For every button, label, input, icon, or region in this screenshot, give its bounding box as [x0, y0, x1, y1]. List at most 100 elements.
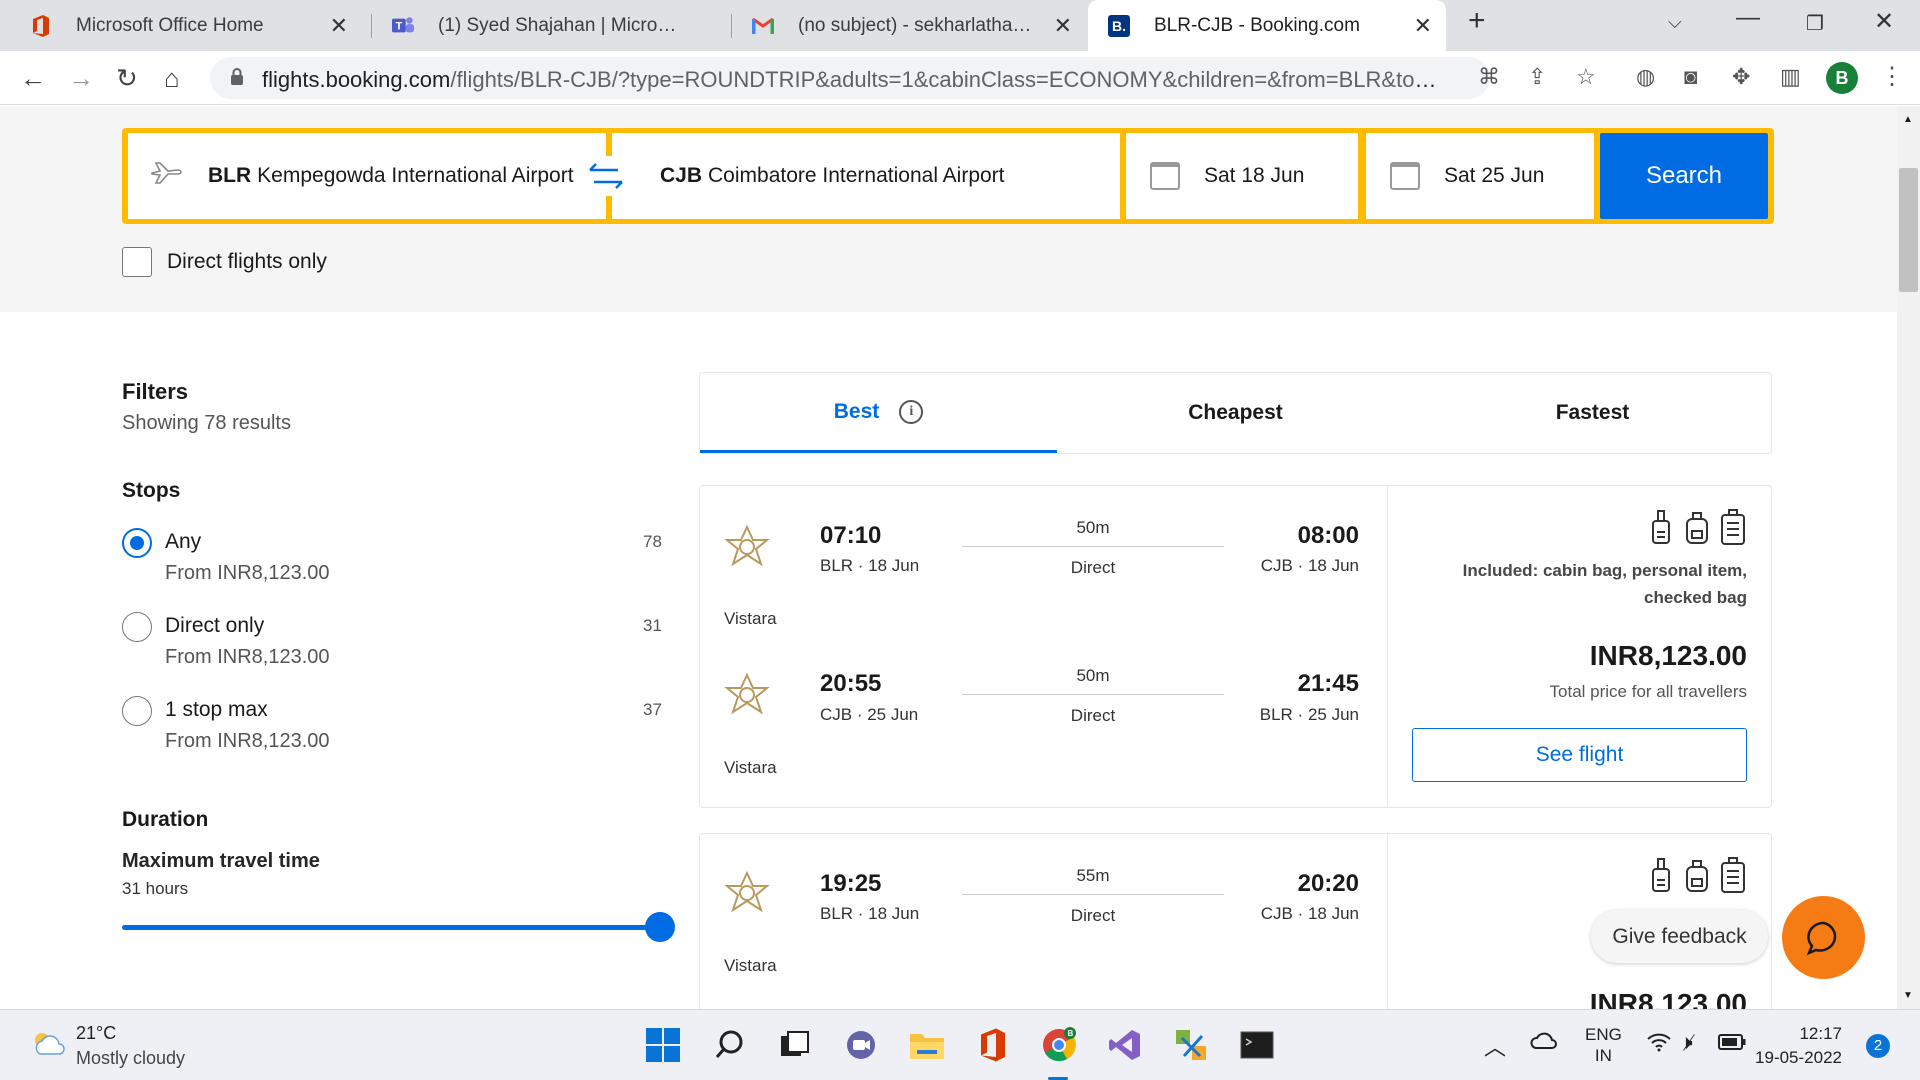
- minimize-icon[interactable]: —: [1736, 4, 1760, 32]
- scroll-down-icon[interactable]: ▼: [1903, 990, 1913, 1001]
- new-tab-icon[interactable]: +: [1468, 4, 1486, 38]
- windows-start-icon[interactable]: [644, 1026, 682, 1064]
- lock-icon[interactable]: [230, 68, 244, 86]
- search-icon[interactable]: [711, 1026, 749, 1064]
- scroll-up-icon[interactable]: ▲: [1903, 114, 1913, 125]
- stops-any-count: 78: [643, 532, 662, 551]
- task-view-icon[interactable]: [776, 1026, 814, 1064]
- terminal-icon[interactable]: [1238, 1026, 1276, 1064]
- weather-cloud-icon[interactable]: [30, 1030, 66, 1063]
- office-icon: [30, 14, 52, 37]
- home-icon[interactable]: ⌂: [164, 63, 180, 94]
- sort-tabs: Best i Cheapest Fastest: [699, 372, 1772, 454]
- price: INR8,123.00: [1589, 988, 1747, 1009]
- vistara-logo-icon: [724, 524, 770, 567]
- onedrive-cloud-icon[interactable]: [1530, 1030, 1558, 1055]
- teams-chat-icon[interactable]: [842, 1026, 880, 1064]
- tab-office[interactable]: Microsoft Office Home ✕: [10, 0, 362, 51]
- duration-slider-fill: [122, 925, 660, 930]
- results-count: Showing 78 results: [122, 412, 291, 434]
- stops-any-radio[interactable]: [122, 528, 152, 558]
- tab-title: BLR-CJB - Booking.com: [1154, 14, 1360, 36]
- weather-desc[interactable]: Mostly cloudy: [76, 1048, 185, 1069]
- departure-time: 07:10: [820, 522, 882, 549]
- forward-arrow-icon[interactable]: →: [68, 63, 94, 94]
- search-button[interactable]: Search: [1600, 133, 1768, 219]
- office-taskbar-icon[interactable]: [974, 1026, 1012, 1064]
- volume-muted-icon[interactable]: 🕨̸: [1680, 1032, 1693, 1055]
- reload-icon[interactable]: ↻: [116, 63, 138, 94]
- visual-studio-icon[interactable]: [1106, 1026, 1144, 1064]
- kebab-menu-icon[interactable]: ⋮: [1880, 62, 1904, 91]
- chat-bubble-icon: [1806, 921, 1836, 955]
- notification-badge[interactable]: 2: [1866, 1034, 1890, 1058]
- network-tool-icon[interactable]: [1172, 1026, 1210, 1064]
- globe-extension-icon[interactable]: ◍: [1636, 64, 1655, 90]
- stops-one-max-label[interactable]: 1 stop max: [165, 698, 268, 722]
- stops-any-price: From INR8,123.00: [165, 562, 330, 584]
- info-icon[interactable]: i: [899, 399, 924, 424]
- return-date-field[interactable]: Sat 25 Jun: [1366, 133, 1594, 219]
- origin-name: Kempegowda International Airport: [257, 164, 574, 187]
- close-icon[interactable]: ✕: [330, 13, 348, 39]
- flight-duration: 50m: [1076, 666, 1110, 685]
- bookmark-star-icon[interactable]: ☆: [1576, 64, 1596, 90]
- tab-booking[interactable]: B. BLR-CJB - Booking.com ✕: [1088, 0, 1446, 51]
- departure-time: 19:25: [820, 870, 882, 897]
- duration-slider-track[interactable]: [122, 925, 660, 930]
- destination-field[interactable]: CJB Coimbatore International Airport: [612, 133, 1120, 219]
- personal-item-icon: [1652, 510, 1670, 544]
- origin-field[interactable]: BLR Kempegowda International Airport: [128, 133, 606, 219]
- browser-tab-bar: Microsoft Office Home ✕ T (1) Syed Shaja…: [0, 0, 1920, 51]
- clock-time[interactable]: 12:17: [1782, 1024, 1842, 1044]
- scrollbar-thumb[interactable]: [1899, 168, 1918, 292]
- tray-chevron-icon[interactable]: ︿: [1484, 1030, 1506, 1062]
- clock-date[interactable]: 19-05-2022: [1742, 1048, 1842, 1068]
- airline-name: Vistara: [724, 758, 777, 777]
- tab-cheapest[interactable]: Cheapest: [1057, 373, 1414, 453]
- stops-one-max-price: From INR8,123.00: [165, 730, 330, 752]
- share-icon[interactable]: ⇪: [1528, 64, 1546, 90]
- tab-title: Microsoft Office Home: [76, 14, 264, 36]
- omnibox[interactable]: flights.booking.com/flights/BLR-CJB/?typ…: [210, 57, 1490, 99]
- flight-result-card[interactable]: 07:10 BLR · 18 Jun 50m Direct 08:00 CJB …: [699, 485, 1772, 808]
- wifi-icon[interactable]: [1646, 1032, 1672, 1057]
- language-indicator[interactable]: ENG IN: [1585, 1024, 1622, 1066]
- close-icon[interactable]: ✕: [1414, 13, 1432, 39]
- duration-title: Duration: [122, 808, 209, 831]
- give-feedback-button[interactable]: Give feedback: [1591, 910, 1768, 963]
- stops-direct-radio[interactable]: [122, 612, 152, 642]
- tab-teams[interactable]: T (1) Syed Shajahan | Microsoft Teams: [372, 0, 722, 51]
- restore-icon[interactable]: ❐: [1806, 11, 1824, 36]
- tab-best[interactable]: Best i: [700, 373, 1057, 453]
- file-explorer-icon[interactable]: [908, 1026, 946, 1064]
- chrome-icon[interactable]: B: [1040, 1026, 1078, 1064]
- departure-info: BLR · 18 Jun: [820, 904, 920, 923]
- close-icon[interactable]: ✕: [1054, 13, 1072, 39]
- duration-slider-handle[interactable]: [645, 912, 675, 942]
- extensions-puzzle-icon[interactable]: ✥: [1732, 64, 1750, 90]
- tab-search-chevron-icon[interactable]: ⌵: [1668, 12, 1682, 33]
- stops-one-max-radio[interactable]: [122, 696, 152, 726]
- camera-extension-icon[interactable]: ◙: [1684, 64, 1697, 90]
- flight-stops: Direct: [1070, 706, 1116, 725]
- see-flight-button[interactable]: See flight: [1412, 728, 1747, 782]
- swap-icon[interactable]: [584, 156, 628, 196]
- translate-icon[interactable]: ⌘: [1478, 64, 1500, 90]
- stops-any-label[interactable]: Any: [165, 530, 201, 554]
- stops-direct-label[interactable]: Direct only: [165, 614, 264, 638]
- weather-temp[interactable]: 21°C: [76, 1023, 116, 1044]
- side-panel-icon[interactable]: ▥: [1780, 64, 1801, 90]
- checked-bag-icon: [1721, 509, 1745, 545]
- depart-date-field[interactable]: Sat 18 Jun: [1126, 133, 1358, 219]
- direct-flights-checkbox-row[interactable]: Direct flights only: [122, 247, 327, 277]
- profile-avatar[interactable]: B: [1826, 62, 1858, 94]
- tab-fastest[interactable]: Fastest: [1414, 373, 1771, 453]
- direct-flights-label: Direct flights only: [167, 250, 327, 273]
- window-close-icon[interactable]: ✕: [1874, 7, 1894, 36]
- back-arrow-icon[interactable]: ←: [20, 63, 46, 94]
- direct-flights-checkbox[interactable]: [122, 247, 152, 277]
- tab-gmail[interactable]: (no subject) - sekharlathas997@gmail.com…: [732, 0, 1086, 51]
- chat-button[interactable]: [1782, 896, 1865, 979]
- calendar-icon: [1390, 162, 1420, 190]
